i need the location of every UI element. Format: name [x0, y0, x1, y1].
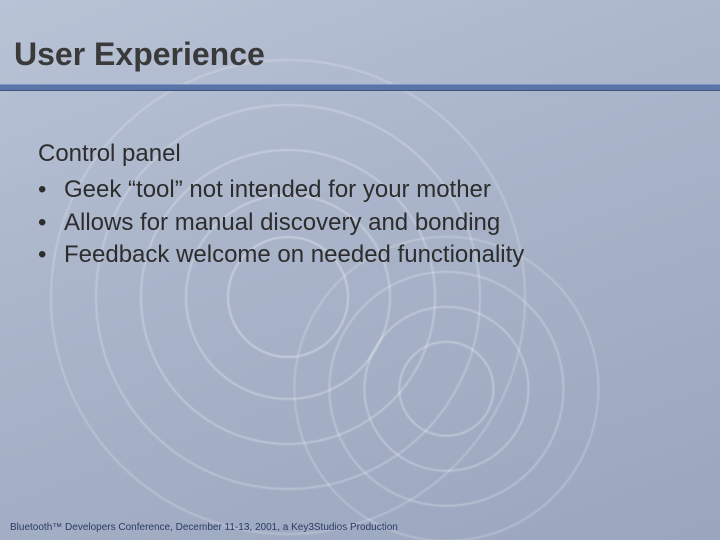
bullet-list: Geek “tool” not intended for your mother… [34, 174, 680, 271]
bullet-item: Feedback welcome on needed functionality [34, 239, 680, 271]
title-underline [0, 84, 720, 91]
slide-footer: Bluetooth™ Developers Conference, Decemb… [10, 522, 520, 534]
slide-title: User Experience [14, 36, 265, 73]
bullet-text: Geek “tool” not intended for your mother [64, 176, 491, 203]
body-intro: Control panel [38, 138, 680, 170]
bullet-item: Geek “tool” not intended for your mother [34, 174, 680, 206]
slide: User Experience Control panel Geek “tool… [0, 0, 720, 540]
bullet-text: Feedback welcome on needed functionality [64, 241, 524, 268]
bullet-item: Allows for manual discovery and bonding [34, 207, 680, 239]
slide-body: Control panel Geek “tool” not intended f… [34, 138, 680, 272]
bullet-text: Allows for manual discovery and bonding [64, 209, 500, 236]
